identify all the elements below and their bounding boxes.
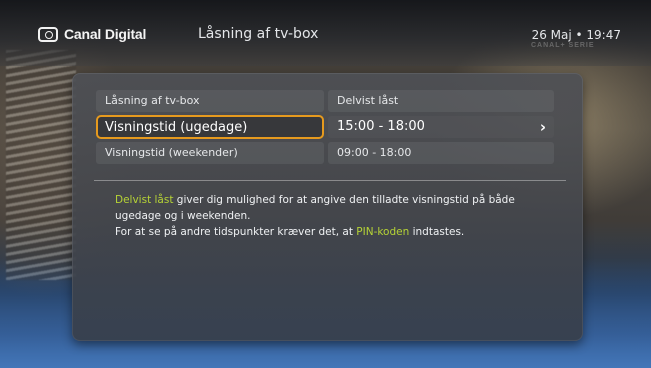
info-text: Delvist låst giver dig mulighed for at a… (115, 192, 555, 240)
menu-row-weekday-time[interactable]: Visningstid (ugedage) 15:00 - 18:00 › (96, 115, 554, 139)
info-highlight-pin: PIN-koden (356, 226, 410, 238)
info-paragraph-1: Delvist låst giver dig mulighed for at a… (115, 192, 555, 224)
info-highlight-mode: Delvist låst (115, 194, 174, 206)
menu-row-label: Låsning af tv-box (96, 90, 324, 112)
menu-row-label: Visningstid (ugedage) (96, 115, 324, 139)
tv-screen: Canal Digital Låsning af tv-box CANAL+ S… (0, 0, 651, 368)
menu-row-value: Delvist låst (328, 90, 554, 112)
brand-name: Canal Digital (64, 26, 147, 42)
brand-logo: Canal Digital (38, 26, 146, 42)
page-title: Låsning af tv-box (198, 26, 319, 42)
canal-digital-logo-icon (38, 26, 58, 42)
channel-watermark: CANAL+ SERIE (531, 42, 595, 49)
clock: 26 Maj • 19:47 (531, 28, 621, 42)
settings-panel: Låsning af tv-box Delvist låst Visningst… (72, 73, 583, 341)
menu-row-value: 15:00 - 18:00 › (328, 116, 554, 138)
menu-row-label: Visningstid (weekender) (96, 142, 324, 164)
background-window-blind (6, 50, 76, 280)
menu-row-value: 09:00 - 18:00 (328, 142, 554, 164)
menu-row-value-text: 15:00 - 18:00 (337, 119, 425, 134)
top-bar: Canal Digital Låsning af tv-box CANAL+ S… (0, 0, 651, 66)
divider (94, 180, 566, 181)
info-text-1: giver dig mulighed for at angive den til… (115, 194, 515, 222)
menu-row-weekend-time[interactable]: Visningstid (weekender) 09:00 - 18:00 (96, 142, 554, 164)
menu-row-lock-mode[interactable]: Låsning af tv-box Delvist låst (96, 90, 554, 112)
chevron-right-icon[interactable]: › (540, 116, 546, 138)
info-text-2a: For at se på andre tidspunkter kræver de… (115, 226, 357, 238)
info-paragraph-2: For at se på andre tidspunkter kræver de… (115, 224, 555, 240)
info-text-2b: indtastes. (409, 226, 465, 238)
